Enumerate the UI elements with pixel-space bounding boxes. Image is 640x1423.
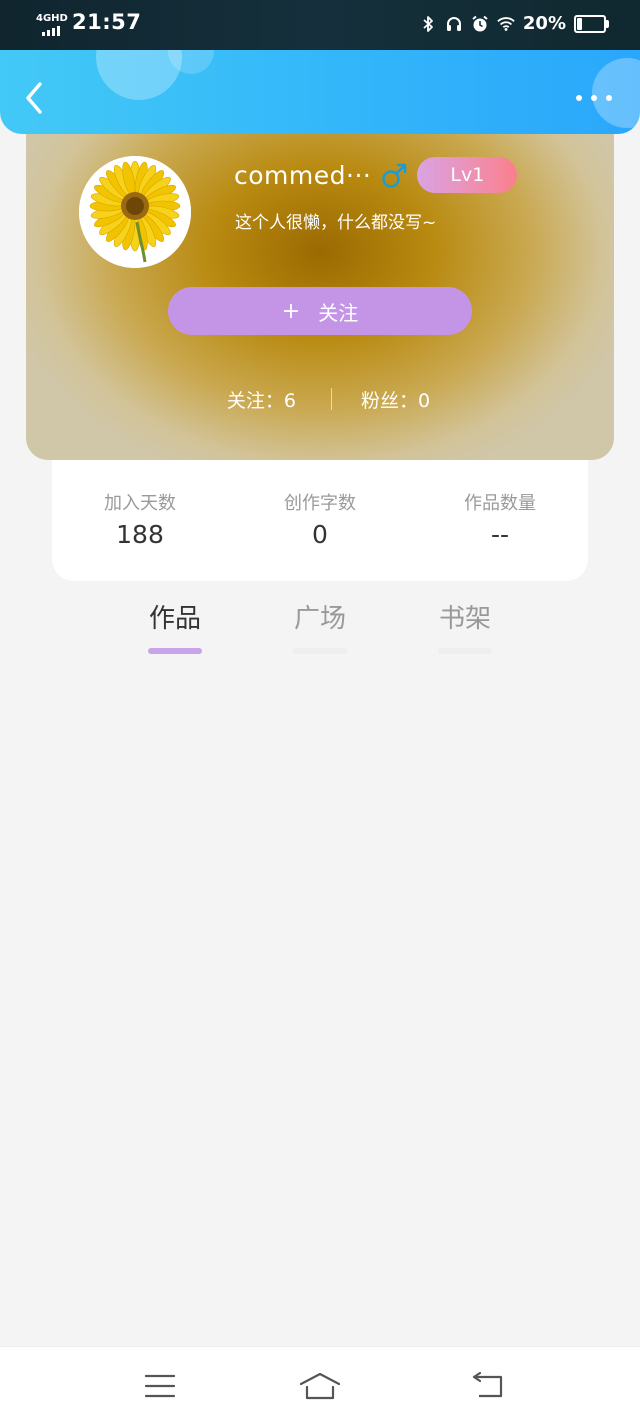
- more-dots-icon: [576, 95, 582, 101]
- tab-underline: [438, 648, 492, 654]
- more-button[interactable]: [576, 90, 612, 106]
- username: commed···: [234, 160, 372, 190]
- alarm-icon: [471, 14, 489, 34]
- tab-works[interactable]: 作品: [140, 600, 210, 654]
- fans-count[interactable]: 粉丝：0: [361, 386, 430, 413]
- back-nav-button[interactable]: [463, 1367, 513, 1405]
- status-right: 20%: [419, 13, 609, 34]
- stat-label: 创作字数: [284, 493, 356, 514]
- menu-icon: [144, 1374, 176, 1398]
- back-icon: [472, 1372, 503, 1398]
- status-bar: 4GHD 21:57 20%: [0, 0, 640, 50]
- tab-underline: [293, 648, 347, 654]
- battery-percent: 20%: [522, 13, 566, 34]
- stat-label: 作品数量: [464, 493, 536, 514]
- tab-label: 作品: [148, 604, 201, 634]
- avatar[interactable]: [79, 156, 191, 268]
- stat-value: 188: [116, 520, 164, 549]
- stat-works-count: 作品数量 --: [420, 492, 580, 552]
- sunflower-avatar: [79, 156, 191, 268]
- back-button[interactable]: [18, 78, 52, 118]
- bio-text: 这个人很懒，什么都没写~: [235, 213, 437, 233]
- follow-button[interactable]: + 关注: [168, 287, 472, 335]
- home-icon: [299, 1372, 341, 1400]
- tab-bookshelf[interactable]: 书架: [430, 600, 500, 654]
- stat-word-count: 创作字数 0: [240, 492, 400, 552]
- stat-value: --: [490, 520, 510, 549]
- wifi-icon: [497, 14, 515, 34]
- top-app-bar: [0, 50, 640, 134]
- tab-label: 广场: [293, 604, 346, 634]
- stat-value: 0: [312, 520, 328, 549]
- tab-underline: [148, 648, 202, 654]
- network-type: 4GHD: [36, 13, 68, 24]
- male-icon: [382, 163, 407, 188]
- system-nav-bar: [0, 1346, 640, 1423]
- name-row: commed··· Lv1: [234, 157, 518, 193]
- follow-stats: 关注：6 粉丝：0: [26, 386, 614, 414]
- plus-icon: +: [281, 298, 301, 324]
- signal-icon: [42, 26, 60, 36]
- tab-square[interactable]: 广场: [285, 600, 355, 654]
- divider: [331, 388, 332, 410]
- profile-card: commed··· Lv1 这个人很懒，什么都没写~ + 关注 关注：6 粉丝：…: [26, 112, 614, 460]
- home-button[interactable]: [295, 1367, 345, 1405]
- level-badge: Lv1: [417, 157, 518, 193]
- stat-join-days: 加入天数 188: [60, 492, 220, 552]
- menu-button[interactable]: [135, 1367, 185, 1405]
- status-time: 21:57: [72, 10, 142, 34]
- follow-button-label: 关注: [318, 300, 359, 325]
- following-count[interactable]: 关注：6: [227, 386, 296, 413]
- battery-icon: [574, 14, 609, 33]
- headphones-icon: [445, 14, 463, 34]
- chevron-left-icon: [26, 82, 42, 114]
- bluetooth-icon: [419, 14, 437, 34]
- stats-card: 加入天数 188 创作字数 0 作品数量 --: [52, 440, 588, 581]
- tab-label: 书架: [438, 604, 491, 634]
- stat-label: 加入天数: [104, 493, 176, 514]
